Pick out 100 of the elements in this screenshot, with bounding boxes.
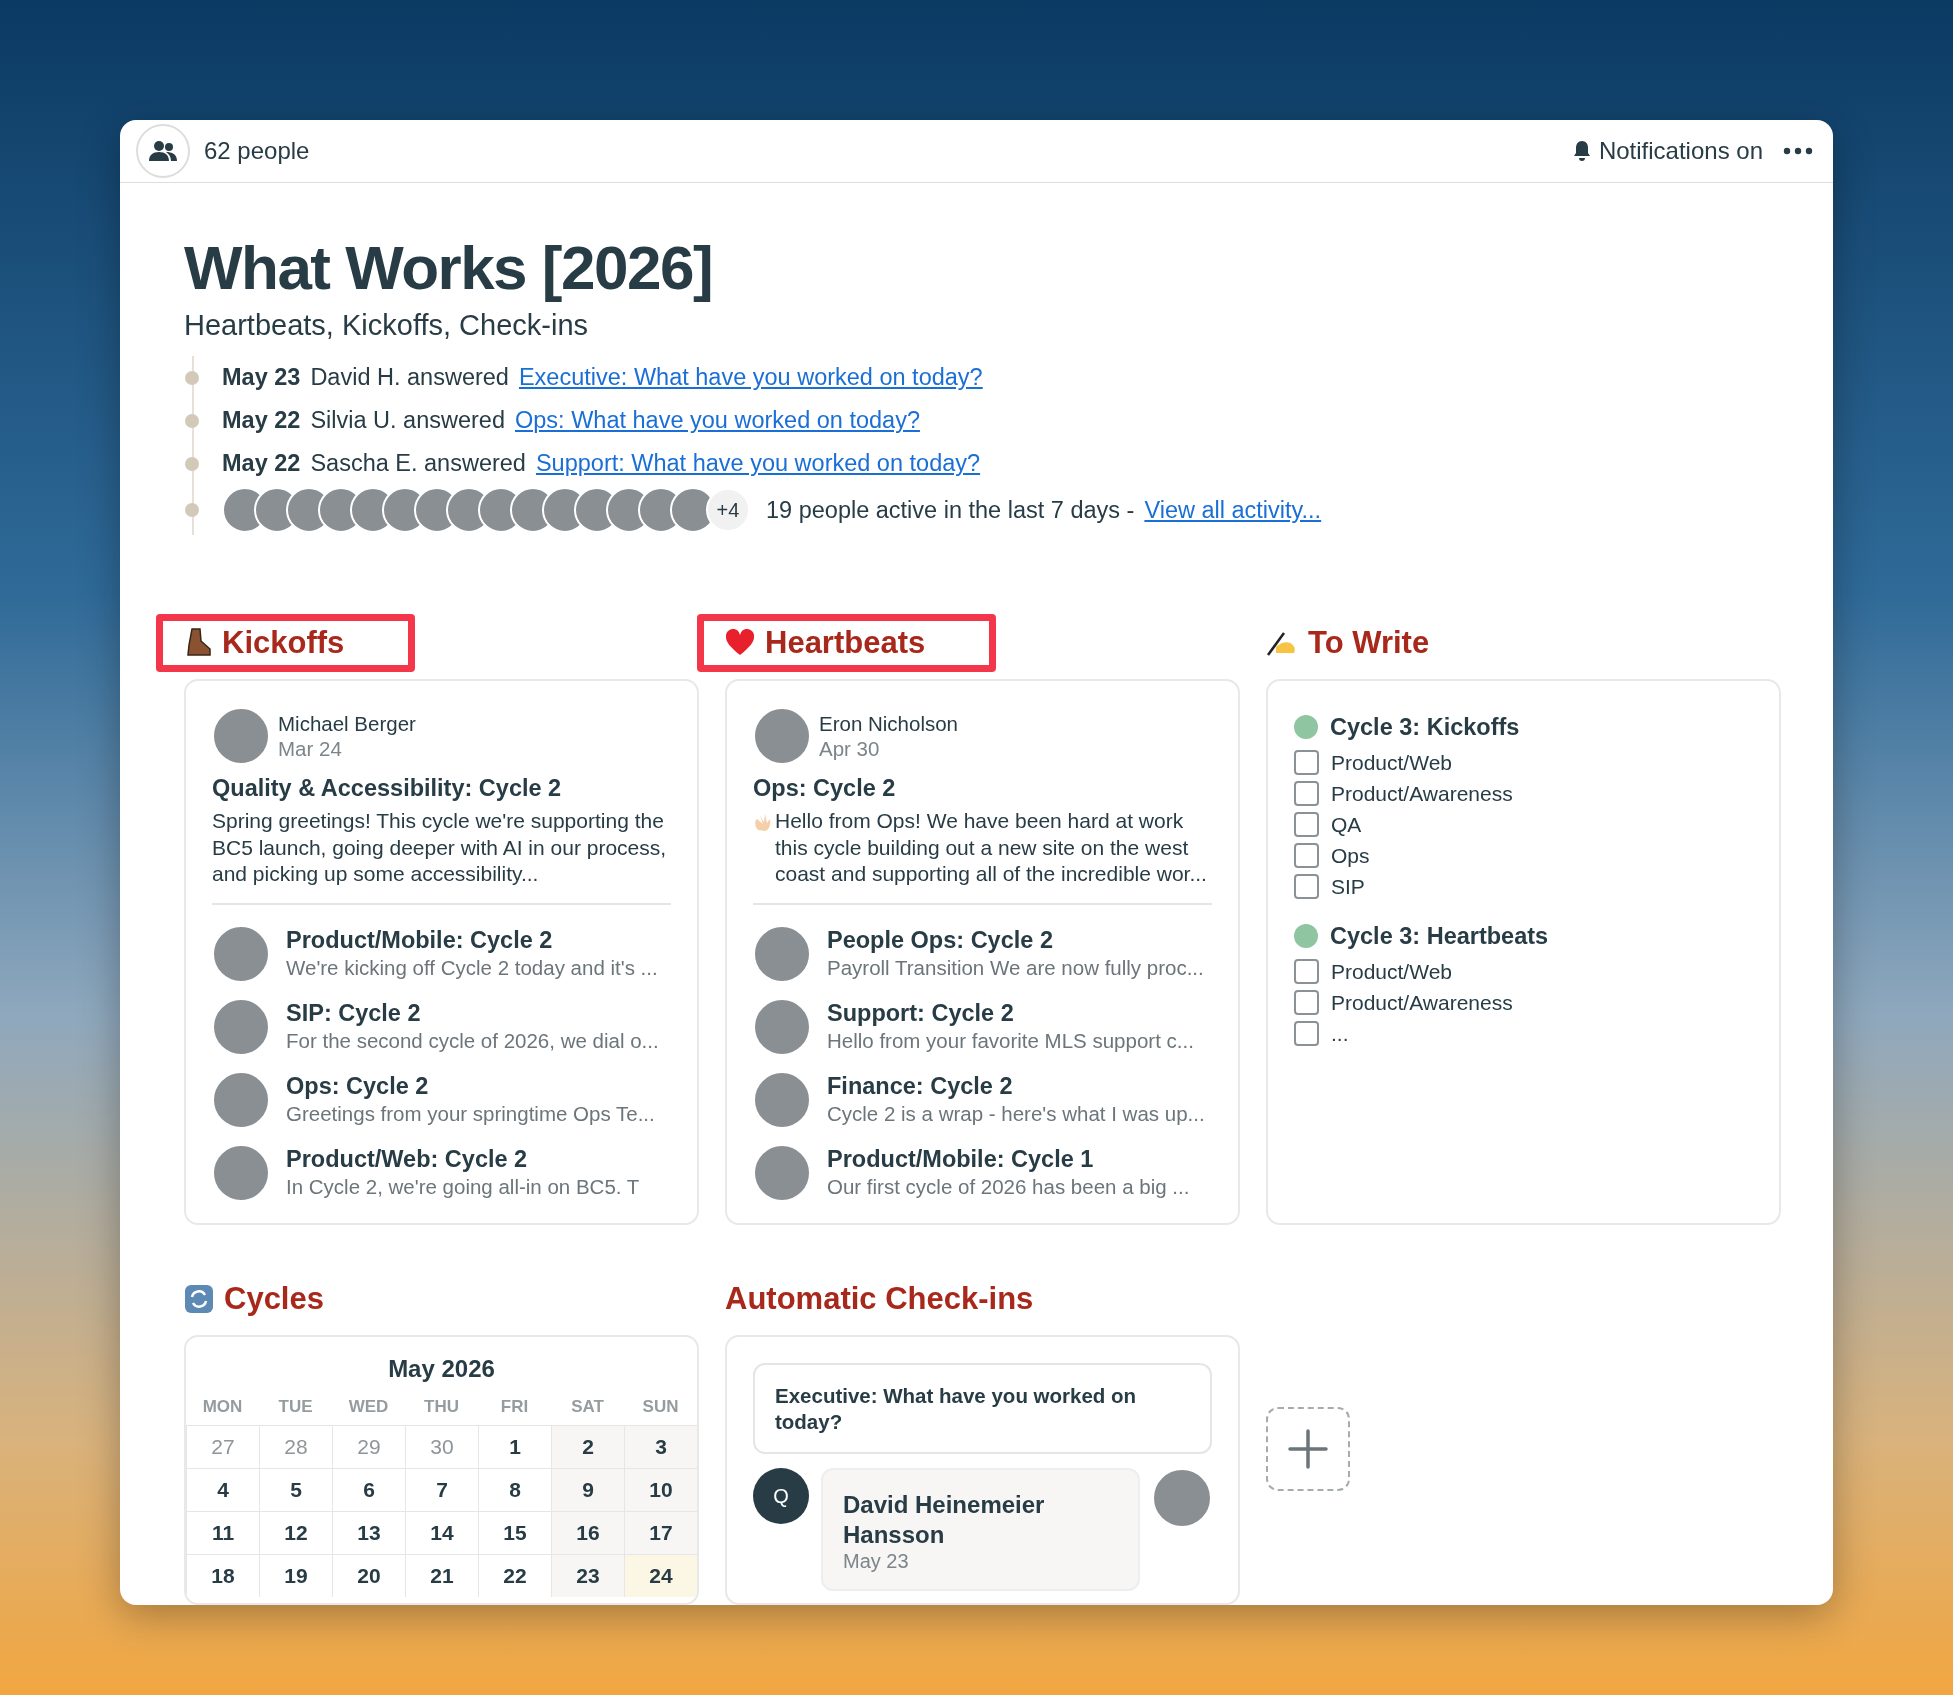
section-heading: Automatic Check-ins	[725, 1280, 1035, 1318]
calendar-day[interactable]: 18	[186, 1554, 259, 1597]
add-button[interactable]	[1266, 1407, 1350, 1491]
people-icon	[149, 139, 177, 162]
calendar-day[interactable]: 6	[332, 1468, 405, 1511]
weekday-label: SUN	[641, 1397, 680, 1418]
page-subtitle: Heartbeats, Kickoffs, Check-ins	[184, 309, 590, 343]
timeline-dot	[185, 413, 199, 428]
activity-date: May 23	[222, 364, 301, 392]
post-title[interactable]: SIP: Cycle 2	[286, 999, 659, 1029]
post-title[interactable]: Support: Cycle 2	[827, 999, 1194, 1029]
people-count: 62 people	[204, 136, 310, 165]
weekday-label: SAT	[570, 1397, 605, 1418]
more-people-count: +4	[706, 488, 750, 533]
post-title[interactable]: Product/Mobile: Cycle 1	[827, 1145, 1190, 1175]
post-date: Mar 24	[278, 736, 343, 762]
activity-link[interactable]: Executive: What have you worked on today?	[518, 364, 983, 392]
calendar-day[interactable]: 16	[551, 1511, 624, 1554]
post-title[interactable]: Finance: Cycle 2	[827, 1072, 1205, 1102]
post-date: Apr 30	[819, 736, 881, 762]
post-excerpt: For the second cycle of 2026, we dial o...	[286, 1028, 659, 1054]
weekday-label: TUE	[277, 1397, 314, 1418]
calendar-day[interactable]: 19	[259, 1554, 332, 1597]
post-excerpt: In Cycle 2, we're going all-in on BC5. T	[286, 1174, 640, 1200]
timeline-dot	[185, 503, 199, 518]
calendar-day[interactable]: 11	[186, 1511, 259, 1554]
activity-text: Sascha E. answered	[310, 450, 526, 478]
checkbox[interactable]	[1294, 874, 1319, 900]
section-heading: Kickoffs	[156, 614, 416, 673]
calendar-day[interactable]: 15	[478, 1511, 551, 1554]
checkbox[interactable]	[1294, 781, 1319, 807]
timeline-dot	[185, 370, 199, 385]
activity-text: David H. answered	[310, 364, 509, 392]
calendar-day[interactable]: 20	[332, 1554, 405, 1597]
post-excerpt: Cycle 2 is a wrap - here's what I was up...	[827, 1101, 1205, 1127]
bell-icon	[1572, 139, 1591, 162]
calendar-day[interactable]: 13	[332, 1511, 405, 1554]
cycle-arrows-icon	[184, 1284, 214, 1314]
section-heading: To Write	[1266, 614, 1480, 673]
checklist-label: ...	[1331, 1021, 1349, 1046]
calendar-day[interactable]: 1	[478, 1425, 551, 1468]
calendar-day[interactable]: 4	[186, 1468, 259, 1511]
checklist-label: QA	[1331, 812, 1362, 837]
post-excerpt: Hello from your favorite MLS support c...	[827, 1028, 1194, 1054]
post-excerpt: Hello from Ops! We have been hard at work this cycle building out a new site on the west coast and supporting all of the incredible wor...	[775, 808, 1208, 887]
post-title[interactable]: Ops: Cycle 2	[286, 1072, 655, 1102]
calendar-day[interactable]: 3	[624, 1425, 697, 1468]
checklist-label: Product/Web	[1331, 750, 1452, 775]
checkbox[interactable]	[1294, 750, 1319, 776]
checklist-label: Ops	[1331, 843, 1370, 868]
calendar-day[interactable]: 24	[624, 1554, 697, 1597]
notifications-button[interactable]: Notifications on	[1572, 136, 1763, 165]
post-excerpt: Payroll Transition We are now fully proc...	[827, 955, 1204, 981]
answer-bubble[interactable]: David Heinemeier Hansson May 23	[821, 1468, 1140, 1592]
checklist-label: Product/Awareness	[1331, 990, 1513, 1015]
author-name: Michael Berger	[278, 710, 416, 737]
people-button[interactable]	[136, 123, 190, 178]
calendar-day[interactable]: 2	[551, 1425, 624, 1468]
section-heading: Cycles	[184, 1270, 374, 1328]
group-title: Cycle 3: Heartbeats	[1330, 922, 1549, 950]
calendar-day[interactable]: 5	[259, 1468, 332, 1511]
post-excerpt: We're kicking off Cycle 2 today and it's ...	[286, 955, 658, 981]
weekday-label: THU	[423, 1397, 460, 1418]
post-title[interactable]: Quality & Accessibility: Cycle 2	[212, 775, 671, 803]
plus-icon	[1288, 1429, 1328, 1469]
activity-date: May 22	[222, 407, 301, 435]
calendar-day[interactable]: 17	[624, 1511, 697, 1554]
post-title[interactable]: Ops: Cycle 2	[753, 775, 1212, 803]
calendar-day[interactable]: 22	[478, 1554, 551, 1597]
more-icon	[1783, 146, 1813, 155]
post-excerpt: Spring greetings! This cycle we're supporting the BC5 launch, going deeper with AI in our process, and picking up some accessibility...	[212, 808, 668, 887]
calendar-day[interactable]: 14	[405, 1511, 478, 1554]
heart-icon	[725, 629, 755, 658]
checkbox[interactable]	[1294, 990, 1319, 1016]
checklist-label: SIP	[1331, 874, 1365, 899]
checkbox[interactable]	[1294, 843, 1319, 869]
calendar-day[interactable]: 21	[405, 1554, 478, 1597]
activity-summary: 19 people active in the last 7 days -	[766, 496, 1135, 524]
calendar-day[interactable]: 23	[551, 1554, 624, 1597]
post-title[interactable]: Product/Mobile: Cycle 2	[286, 926, 658, 956]
checkbox[interactable]	[1294, 1021, 1319, 1047]
activity-link[interactable]: Ops: What have you worked on today?	[515, 407, 920, 435]
calendar-day[interactable]: 10	[624, 1468, 697, 1511]
weekday-label: WED	[347, 1397, 390, 1418]
calendar-day[interactable]: 8	[478, 1468, 551, 1511]
calendar-day[interactable]: 9	[551, 1468, 624, 1511]
calendar-day[interactable]: 12	[259, 1511, 332, 1554]
checkbox[interactable]	[1294, 959, 1319, 985]
group-title: Cycle 3: Kickoffs	[1330, 713, 1520, 741]
timeline-dot	[185, 456, 199, 471]
post-title[interactable]: Product/Web: Cycle 2	[286, 1145, 640, 1175]
post-title[interactable]: People Ops: Cycle 2	[827, 926, 1204, 956]
checklist-label: Product/Awareness	[1331, 781, 1513, 806]
post-excerpt: Our first cycle of 2026 has been a big ...	[827, 1174, 1190, 1200]
calendar-day[interactable]: 7	[405, 1468, 478, 1511]
activity-link[interactable]: Support: What have you worked on today?	[535, 450, 981, 478]
author-name: Eron Nicholson	[819, 710, 958, 737]
checkbox[interactable]	[1294, 812, 1319, 838]
question-bubble[interactable]: Executive: What have you worked on today?	[753, 1363, 1212, 1455]
view-all-activity-link[interactable]: View all activity...	[1144, 496, 1322, 524]
